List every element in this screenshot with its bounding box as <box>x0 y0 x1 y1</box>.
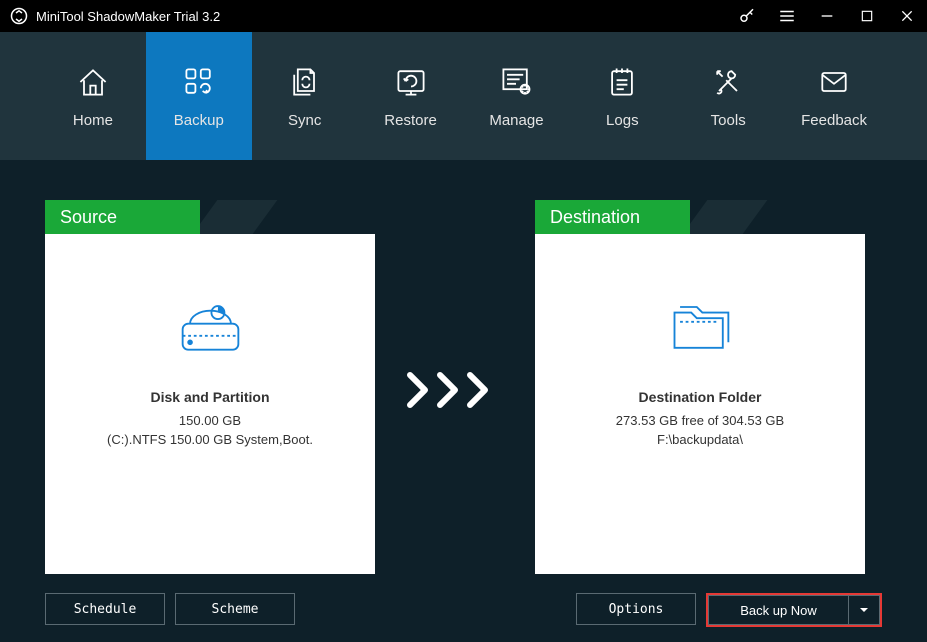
nav-feedback[interactable]: Feedback <box>781 32 887 160</box>
source-size: 150.00 GB <box>179 413 241 428</box>
logs-icon <box>604 64 640 100</box>
arrow-indicator <box>395 200 515 410</box>
nav-manage-label: Manage <box>489 112 543 129</box>
disk-icon <box>173 294 248 359</box>
backup-now-button[interactable]: Back up Now <box>708 595 848 625</box>
nav-tools-label: Tools <box>711 112 746 129</box>
options-button[interactable]: Options <box>576 593 696 625</box>
nav-sync-label: Sync <box>288 112 321 129</box>
destination-title: Destination Folder <box>639 389 762 405</box>
folder-icon <box>663 294 738 359</box>
sync-icon <box>287 64 323 100</box>
nav-logs[interactable]: Logs <box>569 32 675 160</box>
backup-now-highlight: Back up Now <box>706 593 882 627</box>
caret-down-icon <box>859 605 869 615</box>
destination-panel: Destination Destination Folder 273.53 GB… <box>535 200 865 574</box>
destination-space: 273.53 GB free of 304.53 GB <box>616 413 784 428</box>
nav-backup[interactable]: Backup <box>146 32 252 160</box>
nav-home[interactable]: Home <box>40 32 146 160</box>
source-body[interactable]: Disk and Partition 150.00 GB (C:).NTFS 1… <box>45 234 375 574</box>
destination-body[interactable]: Destination Folder 273.53 GB free of 304… <box>535 234 865 574</box>
home-icon <box>75 64 111 100</box>
scheme-button[interactable]: Scheme <box>175 593 295 625</box>
backup-icon <box>181 64 217 100</box>
nav-home-label: Home <box>73 112 113 129</box>
nav-sync[interactable]: Sync <box>252 32 358 160</box>
chevrons-right-icon <box>395 370 515 410</box>
nav-manage[interactable]: Manage <box>464 32 570 160</box>
schedule-button[interactable]: Schedule <box>45 593 165 625</box>
source-detail: (C:).NTFS 150.00 GB System,Boot. <box>107 432 313 447</box>
footer: Schedule Scheme Options Back up Now <box>45 593 882 627</box>
app-title: MiniTool ShadowMaker Trial 3.2 <box>36 9 737 24</box>
source-panel: Source Disk and Partition 150.00 GB (C:)… <box>45 200 375 574</box>
titlebar: MiniTool ShadowMaker Trial 3.2 <box>0 0 927 32</box>
navbar: Home Backup Sync Restore Manage Logs Too… <box>0 32 927 160</box>
nav-restore-label: Restore <box>384 112 437 129</box>
minimize-button[interactable] <box>817 6 837 26</box>
source-header: Source <box>45 200 375 234</box>
tools-icon <box>710 64 746 100</box>
nav-tools[interactable]: Tools <box>675 32 781 160</box>
nav-restore[interactable]: Restore <box>358 32 464 160</box>
app-logo-icon <box>10 7 28 25</box>
destination-header-label: Destination <box>535 207 640 228</box>
key-icon[interactable] <box>737 6 757 26</box>
nav-backup-label: Backup <box>174 112 224 129</box>
source-title: Disk and Partition <box>150 389 269 405</box>
nav-feedback-label: Feedback <box>801 112 867 129</box>
close-button[interactable] <box>897 6 917 26</box>
feedback-icon <box>816 64 852 100</box>
content-area: Source Disk and Partition 150.00 GB (C:)… <box>0 160 927 574</box>
destination-path: F:\backupdata\ <box>657 432 743 447</box>
restore-icon <box>393 64 429 100</box>
source-header-label: Source <box>45 207 117 228</box>
menu-icon[interactable] <box>777 6 797 26</box>
nav-logs-label: Logs <box>606 112 639 129</box>
backup-dropdown-button[interactable] <box>848 595 880 625</box>
destination-header: Destination <box>535 200 865 234</box>
manage-icon <box>498 64 534 100</box>
maximize-button[interactable] <box>857 6 877 26</box>
